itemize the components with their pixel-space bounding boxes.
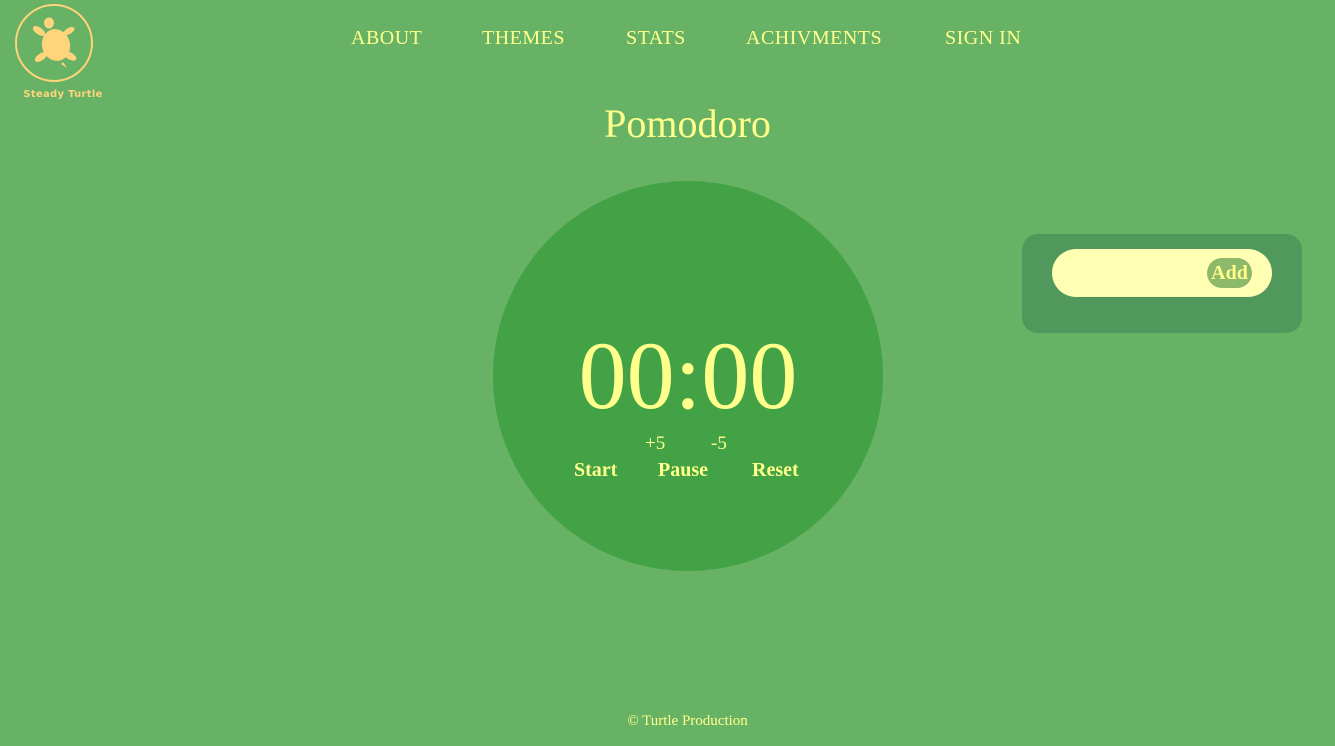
brand-name: Steady Turtle [23, 89, 103, 100]
task-input-wrapper: Add [1052, 249, 1272, 297]
add-five-button[interactable]: +5 [645, 433, 665, 455]
timer-display: 00:00 [578, 322, 798, 429]
nav-themes[interactable]: THEMES [482, 27, 565, 50]
footer-copyright: © Turtle Production [627, 713, 748, 729]
subtract-five-button[interactable]: -5 [711, 433, 727, 455]
nav-achievements[interactable]: ACHIVMENTS [746, 27, 882, 50]
pause-button[interactable]: Pause [658, 459, 708, 482]
timer-circle: 00:00 +5 -5 Start Pause Reset [493, 181, 883, 571]
nav-sign-in[interactable]: SIGN IN [945, 27, 1021, 50]
page: Steady Turtle ABOUT THEMES STATS ACHIVME… [0, 0, 1335, 746]
start-button[interactable]: Start [574, 459, 617, 482]
nav-stats[interactable]: STATS [626, 27, 686, 50]
logo-circle [15, 4, 93, 82]
nav-about[interactable]: ABOUT [351, 27, 422, 50]
task-panel: Add [1022, 234, 1302, 333]
page-title: Pomodoro [604, 101, 771, 146]
reset-button[interactable]: Reset [752, 459, 799, 482]
task-input[interactable] [1068, 259, 1202, 289]
add-task-button[interactable]: Add [1207, 258, 1252, 288]
turtle-icon [32, 17, 77, 68]
